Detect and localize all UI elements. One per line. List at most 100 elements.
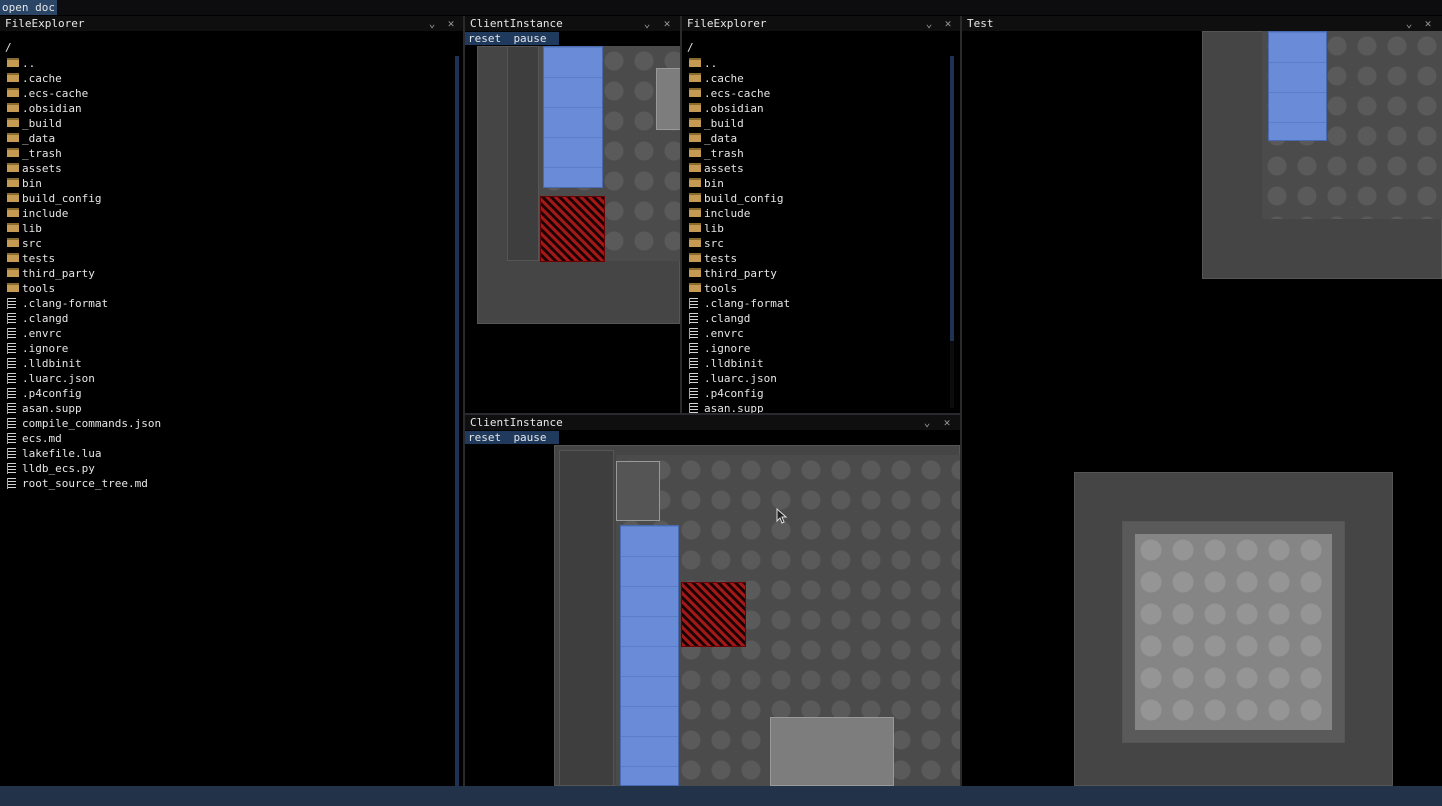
folder-name: .obsidian (22, 102, 82, 115)
folder-name: .ecs-cache (22, 87, 89, 100)
reset-button[interactable]: reset (465, 431, 505, 444)
client-bottom-titlebar: ClientInstance ⌄ ✕ (465, 415, 960, 430)
chevron-down-icon[interactable]: ⌄ (923, 16, 935, 31)
pause-button[interactable]: pause (501, 32, 559, 45)
close-icon[interactable]: ✕ (1422, 16, 1434, 31)
file-name: .lldbinit (22, 357, 82, 370)
file-name: .ignore (704, 342, 751, 355)
folder-name: assets (704, 162, 744, 175)
folder-icon (689, 133, 701, 142)
scrollbar[interactable] (950, 56, 954, 408)
folder-icon (7, 103, 19, 112)
test-titlebar: Test ⌄ ✕ (962, 16, 1442, 31)
folder-icon (7, 73, 19, 82)
folder-name: _build (704, 117, 744, 130)
folder-icon (689, 208, 701, 217)
file-explorer-left-titlebar: FileExplorer ⌄ ✕ (0, 16, 463, 31)
scrollbar-thumb[interactable] (455, 56, 459, 786)
file-icon (7, 463, 16, 474)
file-icon (7, 328, 16, 339)
folder-icon (689, 88, 701, 97)
game-viewport[interactable] (554, 445, 960, 786)
close-icon[interactable]: ✕ (942, 16, 954, 31)
file-icon (7, 478, 16, 489)
file-name: .envrc (704, 327, 744, 340)
folder-icon (7, 193, 19, 202)
file-name: .luarc.json (22, 372, 95, 385)
file-name: .clang-format (704, 297, 791, 310)
current-path: / (5, 41, 12, 54)
file-icon (7, 373, 16, 384)
file-icon (689, 358, 698, 369)
file-icon (7, 358, 16, 369)
folder-name: build_config (22, 192, 102, 205)
file-name: root_source_tree.md (22, 477, 148, 490)
pause-button[interactable]: pause (501, 431, 559, 444)
folder-icon (7, 238, 19, 247)
folder-name: src (22, 237, 42, 250)
menu-bar: open doc (0, 0, 1442, 15)
file-explorer-right-panel: FileExplorer ⌄ ✕ / .. .cache .ecs-cache .ob… (682, 16, 960, 413)
chevron-down-icon[interactable]: ⌄ (1403, 16, 1415, 31)
folder-icon (689, 238, 701, 247)
open-doc-button[interactable]: open doc (0, 0, 57, 15)
folder-icon (7, 88, 19, 97)
test-panel: Test ⌄ ✕ (962, 16, 1442, 786)
folder-icon (689, 73, 701, 82)
folder-name: lib (22, 222, 42, 235)
close-icon[interactable]: ✕ (445, 16, 457, 31)
file-icon (7, 313, 16, 324)
current-path: / (687, 41, 694, 54)
chevron-down-icon[interactable]: ⌄ (426, 16, 438, 31)
folder-icon (7, 283, 19, 292)
folder-icon (7, 223, 19, 232)
bed-object (543, 46, 603, 188)
folder-icon (7, 148, 19, 157)
wall-segment (559, 450, 614, 786)
folder-icon (689, 58, 701, 67)
scrollbar[interactable] (455, 56, 459, 786)
file-icon (689, 388, 698, 399)
folder-name: include (22, 207, 69, 220)
file-name: .clang-format (22, 297, 109, 310)
scrollbar-thumb[interactable] (950, 56, 954, 341)
game-viewport[interactable] (477, 46, 680, 324)
wall-segment (507, 46, 539, 261)
test-viewport[interactable] (962, 31, 1442, 786)
hazard-tile (681, 582, 746, 647)
chevron-down-icon[interactable]: ⌄ (921, 415, 933, 430)
table-object (770, 717, 894, 786)
client-instance-top-panel: ClientInstance ⌄ ✕ reset pause (465, 16, 680, 413)
panel-title: FileExplorer (5, 17, 85, 30)
folder-name: bin (704, 177, 724, 190)
folder-icon (7, 208, 19, 217)
folder-icon (7, 163, 19, 172)
mouse-cursor-icon (776, 508, 788, 524)
close-icon[interactable]: ✕ (941, 415, 953, 430)
folder-name: .obsidian (704, 102, 764, 115)
file-name: lldb_ecs.py (22, 462, 95, 475)
bed-object (1268, 31, 1327, 141)
bed-object (620, 525, 679, 786)
file-name: .ignore (22, 342, 69, 355)
panel-title: Test (967, 17, 994, 30)
room-floor (1135, 534, 1332, 730)
chevron-down-icon[interactable]: ⌄ (641, 16, 653, 31)
folder-name: third_party (704, 267, 777, 280)
close-icon[interactable]: ✕ (661, 16, 673, 31)
file-icon (689, 403, 698, 413)
file-name: asan.supp (22, 402, 82, 415)
file-icon (7, 433, 16, 444)
file-name: .clangd (22, 312, 69, 325)
client-instance-bottom-panel: ClientInstance ⌄ ✕ reset pause (465, 415, 960, 786)
folder-name: .. (704, 57, 718, 70)
reset-button[interactable]: reset (465, 32, 505, 45)
status-bar (0, 786, 1442, 806)
file-icon (689, 328, 698, 339)
folder-icon (689, 253, 701, 262)
folder-name: include (704, 207, 751, 220)
file-icon (7, 343, 16, 354)
file-name: .lldbinit (704, 357, 764, 370)
folder-name: _trash (22, 147, 62, 160)
file-name: .luarc.json (704, 372, 777, 385)
